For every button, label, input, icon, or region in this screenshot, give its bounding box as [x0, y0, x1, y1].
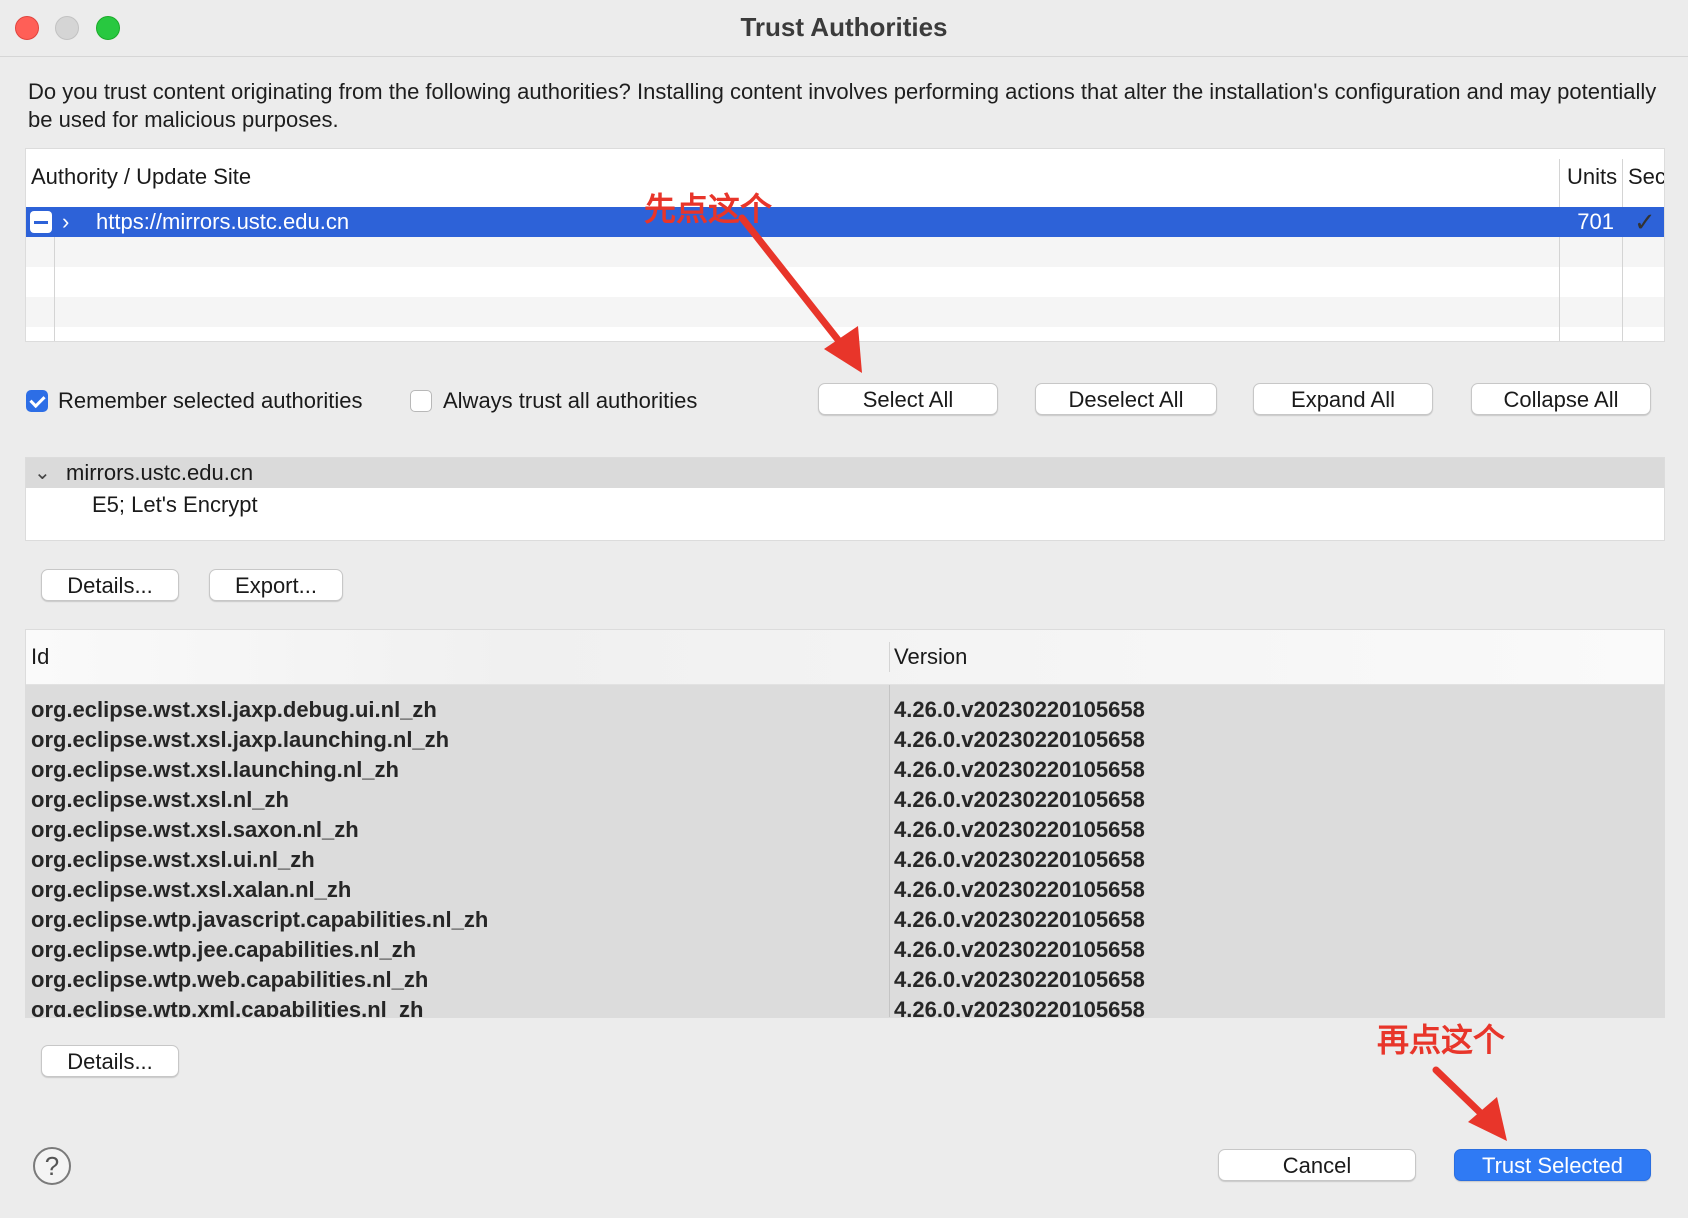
arrow-icon	[1432, 1066, 1507, 1141]
arrow-icon	[738, 214, 862, 373]
annotation-arrows	[738, 214, 1507, 1141]
